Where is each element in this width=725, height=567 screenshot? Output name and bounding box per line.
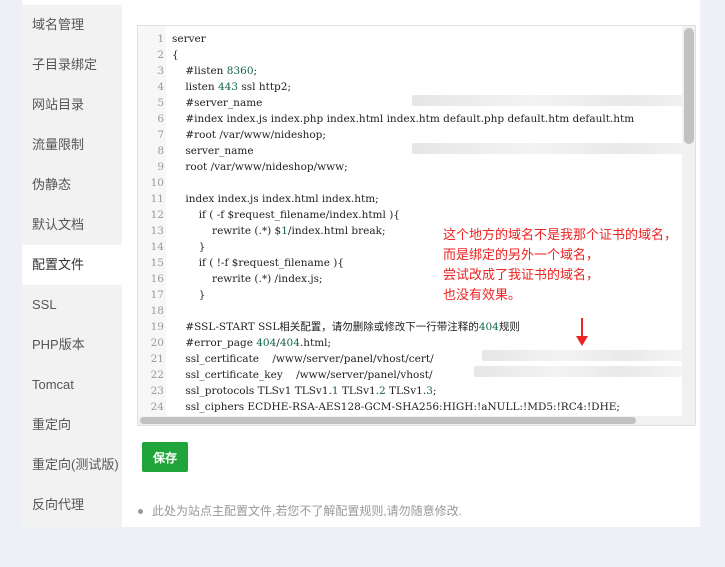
code-line: 6 #index index.js index.php index.html i… [138, 111, 684, 127]
code-line: 23 ssl_protocols TLSv1 TLSv1.1 TLSv1.2 T… [138, 383, 684, 399]
line-code: if ( -f $request_filename/index.html ){ [172, 209, 400, 221]
line-number: 5 [157, 97, 164, 109]
line-code: { [172, 49, 179, 61]
sidebar-item-subdir[interactable]: 子目录绑定 [22, 45, 122, 85]
sidebar-item-redirect-beta[interactable]: 重定向(测试版) [22, 445, 122, 485]
code-line: 18 [138, 303, 684, 319]
line-code: ssl_ciphers ECDHE-RSA-AES128-GCM-SHA256:… [172, 401, 620, 413]
line-number: 16 [150, 273, 164, 285]
line-code: #root /var/www/nideshop; [172, 129, 326, 141]
sidebar-item-config-file[interactable]: 配置文件 [22, 245, 122, 285]
line-number: 10 [150, 177, 164, 189]
sidebar-item-default-doc[interactable]: 默认文档 [22, 205, 122, 245]
line-number: 11 [150, 193, 164, 205]
code-line: 24 ssl_ciphers ECDHE-RSA-AES128-GCM-SHA2… [138, 399, 684, 415]
line-number: 15 [150, 257, 164, 269]
sidebar-item-tomcat[interactable]: Tomcat [22, 365, 122, 405]
line-code: #error_page 404/404.html; [172, 337, 332, 349]
line-code: ssl_certificate_key /www/server/panel/vh… [172, 369, 433, 381]
sidebar-item-reverse-proxy[interactable]: 反向代理 [22, 485, 122, 525]
sidebar-item-domain[interactable]: 域名管理 [22, 5, 122, 45]
redacted-text [474, 366, 684, 377]
line-number: 7 [157, 129, 164, 141]
line-number: 4 [157, 81, 164, 93]
line-number: 23 [150, 385, 164, 397]
save-button[interactable]: 保存 [142, 442, 188, 472]
line-code: #index index.js index.php index.html ind… [172, 113, 635, 125]
sidebar-item-rewrite[interactable]: 伪静态 [22, 165, 122, 205]
annotation-text: 这个地方的域名不是我那个证书的域名， 而是绑定的另外一个域名， 尝试改成了我证书… [443, 227, 678, 302]
line-code: if ( !-f $request_filename ){ [172, 257, 345, 269]
code-line: 12 if ( -f $request_filename/index.html … [138, 207, 684, 223]
code-line: 4 listen 443 ssl http2; [138, 79, 684, 95]
sidebar-item-redirect[interactable]: 重定向 [22, 405, 122, 445]
sidebar: 域名管理 子目录绑定 网站目录 流量限制 伪静态 默认文档 配置文件 SSL P… [22, 5, 122, 527]
line-code: root /var/www/nideshop/www; [172, 161, 348, 173]
vertical-scroll-thumb[interactable] [684, 28, 694, 144]
sidebar-item-ssl[interactable]: SSL [22, 285, 122, 325]
line-code: index index.js index.html index.htm; [172, 193, 379, 205]
line-number: 1 [157, 33, 164, 45]
code-line: 3 #listen 8360; [138, 63, 684, 79]
line-code: #listen 8360; [172, 65, 258, 77]
line-code: } [172, 241, 206, 253]
arrow-down-icon [576, 318, 588, 346]
code-line: 1 server [138, 31, 684, 47]
line-code: server_name [172, 145, 254, 157]
help-note-text: 此处为站点主配置文件,若您不了解配置规则,请勿随意修改. [152, 504, 463, 518]
redacted-text [412, 143, 695, 154]
sidebar-item-traffic[interactable]: 流量限制 [22, 125, 122, 165]
line-code: ssl_protocols TLSv1 TLSv1.1 TLSv1.2 TLSv… [172, 385, 437, 397]
redacted-text [482, 350, 684, 361]
code-line: 2{ [138, 47, 684, 63]
code-line: 7 #root /var/www/nideshop; [138, 127, 684, 143]
code-line: 10 [138, 175, 684, 191]
code-line: 9 root /var/www/nideshop/www; [138, 159, 684, 175]
line-number: 9 [157, 161, 164, 173]
line-code: #server_name [172, 97, 263, 109]
line-number: 8 [157, 145, 164, 157]
sidebar-item-site-dir[interactable]: 网站目录 [22, 85, 122, 125]
line-code: rewrite (.*) $1/index.html break; [172, 225, 386, 237]
line-code: server [172, 33, 206, 45]
line-number: 13 [150, 225, 164, 237]
horizontal-scrollbar[interactable] [138, 416, 695, 425]
line-number: 17 [150, 289, 164, 301]
line-number: 12 [150, 209, 164, 221]
line-code: } [172, 289, 206, 301]
line-code: #SSL-START SSL相关配置，请勿删除或修改下一行带注释的404规则 [172, 321, 520, 333]
line-number: 20 [150, 337, 164, 349]
code-line: 11 index index.js index.html index.htm; [138, 191, 684, 207]
line-number: 6 [157, 113, 164, 125]
line-code: ssl_certificate /www/server/panel/vhost/… [172, 353, 434, 365]
line-number: 21 [150, 353, 164, 365]
help-note: 此处为站点主配置文件,若您不了解配置规则,请勿随意修改. [138, 502, 462, 519]
line-number: 14 [150, 241, 164, 253]
line-number: 19 [150, 321, 164, 333]
line-number: 3 [157, 65, 164, 77]
code-line: 20 #error_page 404/404.html; [138, 335, 684, 351]
code-line: 19 #SSL-START SSL相关配置，请勿删除或修改下一行带注释的404规… [138, 319, 684, 335]
line-number: 22 [150, 369, 164, 381]
horizontal-scroll-thumb[interactable] [140, 417, 636, 424]
line-code: rewrite (.*) /index.js; [172, 273, 323, 285]
line-code: listen 443 ssl http2; [172, 81, 291, 93]
redacted-text [412, 95, 695, 106]
line-number: 18 [150, 305, 164, 317]
line-number: 24 [150, 401, 164, 413]
line-number: 2 [157, 49, 164, 61]
sidebar-item-php[interactable]: PHP版本 [22, 325, 122, 365]
bullet-icon [138, 509, 143, 515]
